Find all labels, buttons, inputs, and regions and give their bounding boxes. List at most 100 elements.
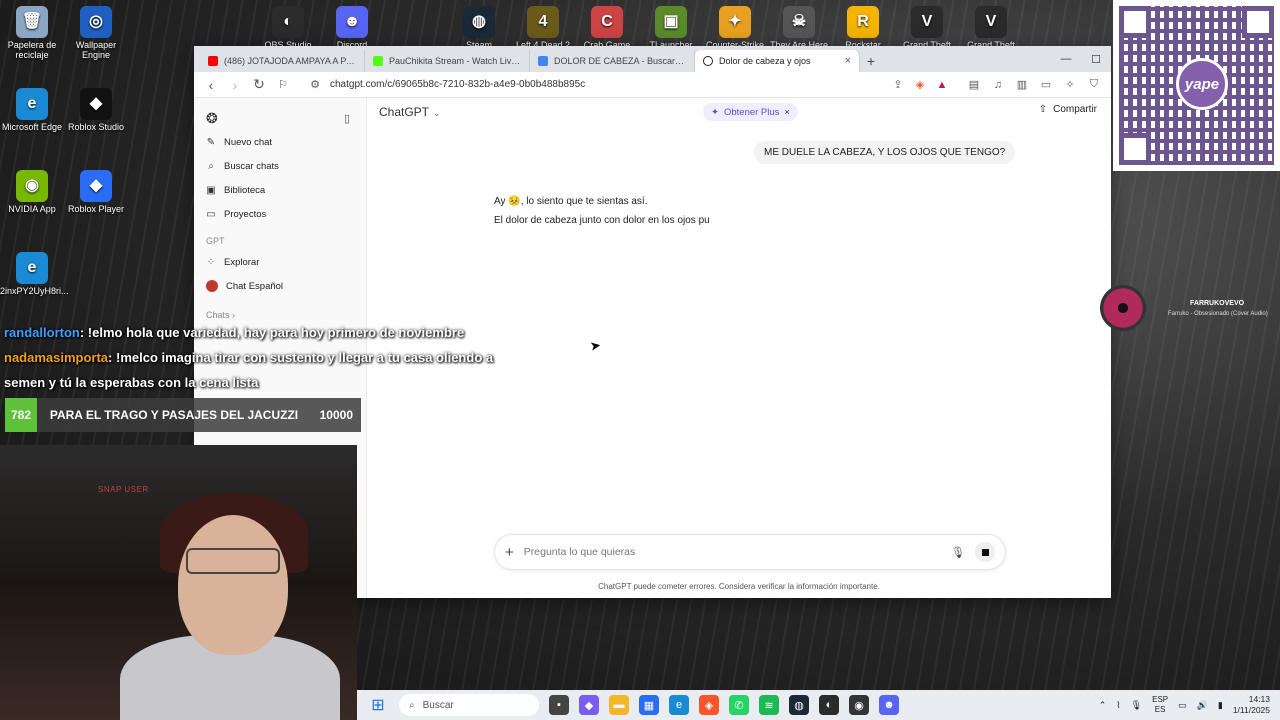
forward-icon[interactable]: › [228, 77, 242, 93]
desktop-shortcut[interactable]: ◆ Roblox Player [64, 170, 128, 214]
streamer-glasses [186, 548, 280, 574]
taskbar: ⊞ ⌕ Buscar ▪ ◆ ▬ ▦ e ◈ ✆ ≋ ◍ ◐ ◉ ☻ ⌃ ⌇ 🎙… [357, 690, 1280, 720]
share-page-icon[interactable]: ⇪ [891, 78, 905, 91]
model-selector[interactable]: ChatGPT ⌄ [379, 105, 441, 119]
desktop-shortcut[interactable]: ☻ Discord [320, 6, 384, 50]
get-plus-button[interactable]: ✦ Obtener Plus × [703, 103, 798, 121]
windows-start-icon[interactable]: ⊞ [367, 695, 389, 715]
new-tab-button[interactable]: + [860, 50, 882, 72]
chat-text: : !elmo hola que variedad, hay para hoy … [79, 325, 465, 340]
desktop-shortcut-label: Wallpaper Engine [75, 40, 117, 60]
taskbar-search[interactable]: ⌕ Buscar [399, 694, 539, 716]
steam-taskbar-icon[interactable]: ◍ [789, 695, 809, 715]
discord-taskbar-icon[interactable]: ☻ [879, 695, 899, 715]
goal-title: PARA EL TRAGO Y PASAJES DEL JACUZZI [49, 408, 299, 422]
plus-icon[interactable]: + [505, 544, 514, 561]
close-tab-icon[interactable]: × [845, 55, 851, 67]
volume-icon[interactable]: 🔊 [1197, 700, 1208, 711]
site-info-icon[interactable]: ⚙ [308, 78, 322, 91]
tab-kick[interactable]: PauChikita Stream - Watch Live on Ki [365, 50, 530, 72]
brave-shield-icon[interactable]: ◈ [913, 78, 927, 91]
microphone-icon[interactable]: 🎙 [951, 546, 965, 559]
task-view-icon[interactable]: ▪ [549, 695, 569, 715]
chats-section-label[interactable]: Chats › [200, 298, 360, 320]
tab-youtube[interactable]: (486) JOTAJODA AMPAYA A PAUCHIK [200, 50, 365, 72]
chevron-up-icon[interactable]: ⌃ [1099, 700, 1107, 711]
address-bar[interactable]: ⚙ chatgpt.com/c/69065b8c-7210-832b-a4e9-… [300, 75, 957, 95]
desktop-shortcut[interactable]: ◆ Roblox Studio [64, 88, 128, 132]
sidebar-item-explore[interactable]: ⁘ Explorar [200, 250, 360, 274]
qr-pattern: yape [1119, 6, 1274, 165]
reload-icon[interactable]: ↻ [252, 76, 266, 93]
desktop-shortcut[interactable]: e 2inxPY2UyH8ri... [0, 252, 69, 296]
close-icon[interactable]: × [784, 107, 790, 118]
desktop-shortcut[interactable]: ◉ NVIDIA App [0, 170, 64, 214]
language-indicator[interactable]: ESP ES [1152, 695, 1168, 715]
sidebar-item-library[interactable]: ▣ Biblioteca [200, 178, 360, 202]
assistant-line-1: Ay 😣, lo siento que te sientas así. [494, 192, 710, 211]
stop-button[interactable] [975, 542, 995, 562]
leo-icon[interactable]: ✧ [1063, 78, 1077, 91]
nvidia-icon: ◉ [16, 170, 48, 202]
assistant-message: Ay 😣, lo siento que te sientas así. El d… [494, 192, 710, 230]
vpn-icon[interactable]: ⛉ [1087, 78, 1101, 91]
whatsapp-icon[interactable]: ✆ [729, 695, 749, 715]
tab-label: Dolor de cabeza y ojos [719, 56, 811, 66]
reader-icon[interactable]: ▤ [967, 78, 981, 91]
sidebar-item-search-chats[interactable]: ⌕ Buscar chats [200, 154, 360, 178]
clock-date: 1/11/2025 [1232, 705, 1270, 715]
edge-shortcut-icon: e [16, 252, 48, 284]
battery-icon[interactable]: ▮ [1218, 700, 1223, 711]
back-icon[interactable]: ‹ [204, 77, 218, 93]
microphone-tray-icon[interactable]: 🎙 [1131, 700, 1142, 711]
spotify-icon[interactable]: ≋ [759, 695, 779, 715]
prompt-input[interactable] [523, 546, 942, 558]
desktop-shortcut[interactable]: e Microsoft Edge [0, 88, 64, 132]
store-icon[interactable]: ▦ [639, 695, 659, 715]
yape-logo: yape [1176, 58, 1228, 110]
sidebar-item-new-chat[interactable]: ✎ Nuevo chat [200, 130, 360, 154]
kick-icon [373, 56, 383, 66]
sidebar-item-label: Biblioteca [224, 184, 266, 196]
desktop-shortcut[interactable]: ▣ TLauncher [639, 6, 703, 50]
bookmark-icon[interactable]: ⚐ [276, 78, 290, 91]
sidebar-item-projects[interactable]: ▭ Proyectos [200, 202, 360, 226]
streamer-face [178, 515, 288, 655]
desktop-shortcut-label: 2inxPY2UyH8ri... [0, 286, 69, 296]
nvidia-taskbar-icon[interactable]: ◉ [849, 695, 869, 715]
qr-corner [1119, 133, 1151, 165]
desktop-shortcut[interactable]: 🗑 Papelera de reciclaje [0, 6, 64, 60]
sidebar-toggle-icon[interactable]: ▥ [1015, 78, 1029, 91]
display-icon[interactable]: ▭ [1178, 700, 1187, 711]
copilot-icon[interactable]: ◆ [579, 695, 599, 715]
media-icon[interactable]: ♫ [991, 79, 1005, 91]
maximize-button[interactable]: ☐ [1081, 46, 1111, 72]
brave-taskbar-icon[interactable]: ◈ [699, 695, 719, 715]
openai-logo-icon[interactable]: ❂ [206, 110, 218, 127]
brave-rewards-icon[interactable]: ▲ [935, 79, 949, 91]
donation-goal-bar: 782 PARA EL TRAGO Y PASAJES DEL JACUZZI … [5, 398, 361, 432]
desktop-shortcut[interactable]: ◍ Steam [447, 6, 511, 50]
desktop-shortcut[interactable]: ◎ Wallpaper Engine [64, 6, 128, 60]
assistant-text: , lo siento que te sientas así. [520, 196, 648, 207]
get-plus-label: Obtener Plus [723, 106, 780, 118]
minimize-button[interactable]: — [1051, 46, 1081, 72]
clock[interactable]: 14:13 1/11/2025 [1233, 694, 1270, 716]
tab-google[interactable]: DOLOR DE CABEZA - Buscar con Go [530, 50, 695, 72]
obs-taskbar-icon[interactable]: ◐ [819, 695, 839, 715]
wallet-icon[interactable]: ▭ [1039, 78, 1053, 91]
desktop-shortcut[interactable]: C Crab Game [575, 6, 639, 50]
desktop-shortcut[interactable]: ☠ They Are Here [767, 6, 831, 50]
share-button[interactable]: ⇧ Compartir [1039, 104, 1097, 115]
folder-icon: ▭ [206, 208, 216, 220]
desktop-shortcut[interactable]: 4 Left 4 Dead 2 [511, 6, 575, 50]
network-icon[interactable]: ⌇ [1116, 700, 1120, 711]
close-sidebar-icon[interactable]: ▯ [340, 112, 354, 125]
edge-taskbar-icon[interactable]: e [669, 695, 689, 715]
model-name: ChatGPT [379, 105, 430, 119]
desktop-shortcut[interactable]: ◐ OBS Studio [256, 6, 320, 50]
file-explorer-icon[interactable]: ▬ [609, 695, 629, 715]
tab-chatgpt[interactable]: Dolor de cabeza y ojos × [695, 50, 860, 72]
taskbar-search-placeholder: Buscar [422, 699, 454, 711]
sidebar-item-chat-espanol[interactable]: Chat Español [200, 274, 360, 298]
